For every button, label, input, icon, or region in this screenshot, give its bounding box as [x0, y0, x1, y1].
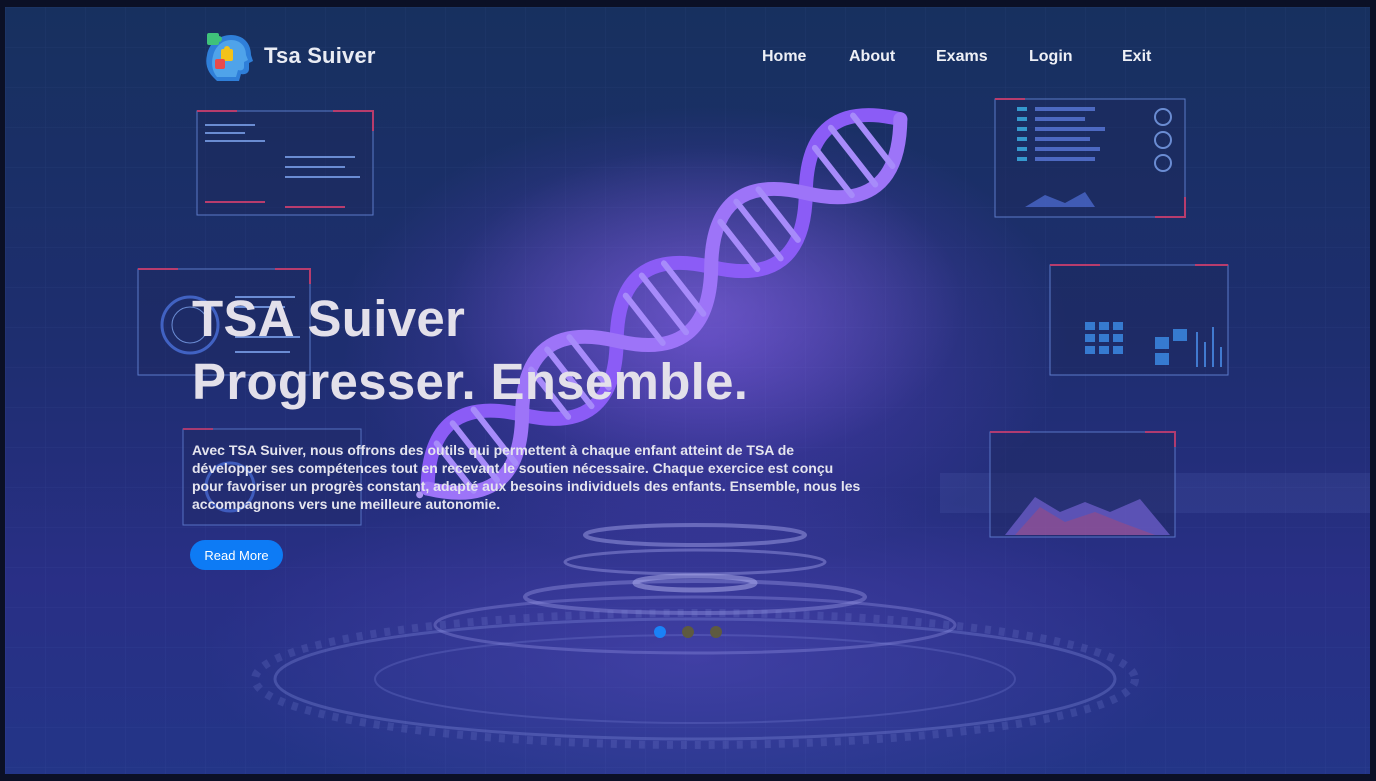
hud-panel-top-left	[196, 110, 374, 216]
carousel-dot[interactable]	[654, 626, 666, 638]
nav-about[interactable]: About	[849, 48, 895, 66]
hero-description: Avec TSA Suiver, nous offrons des outils…	[192, 442, 861, 512]
carousel-dot[interactable]	[682, 626, 694, 638]
hero-title-line-2: Progresser. Ensemble.	[192, 353, 749, 410]
nav-exams[interactable]: Exams	[936, 48, 988, 66]
nav-home[interactable]: Home	[762, 48, 806, 66]
hero-title: TSA Suiver Progresser. Ensemble.	[192, 287, 748, 413]
hud-panel-right-middle	[1049, 264, 1229, 376]
hero-title-line-1: TSA Suiver	[192, 290, 466, 347]
carousel-indicators	[654, 626, 738, 638]
read-more-button[interactable]: Read More	[190, 540, 283, 570]
hud-panel-top-right	[994, 98, 1186, 218]
main-nav: Home About Exams Login Exit	[5, 48, 1370, 70]
hero-section: Tsa Suiver Home About Exams Login Exit T…	[5, 7, 1370, 774]
nav-login[interactable]: Login	[1029, 48, 1073, 66]
carousel-dot[interactable]	[710, 626, 722, 638]
nav-exit[interactable]: Exit	[1122, 48, 1151, 66]
